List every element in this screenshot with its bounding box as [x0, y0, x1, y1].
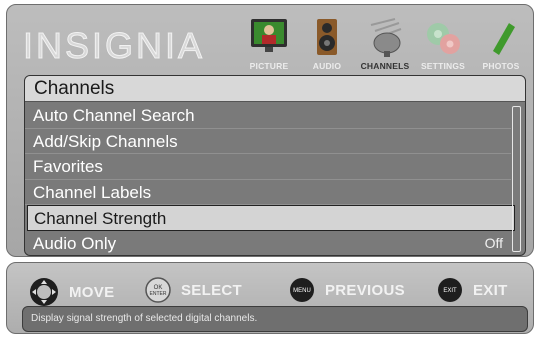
- scrollbar[interactable]: [512, 106, 521, 252]
- panel-title: Channels: [25, 76, 525, 102]
- tab-channels[interactable]: CHANNELS: [356, 13, 414, 75]
- menu-item-label: Add/Skip Channels: [33, 131, 178, 151]
- svg-text:ENTER: ENTER: [150, 291, 167, 297]
- hint-previous-label: PREVIOUS: [325, 281, 405, 299]
- menu-item-add-skip-channels[interactable]: Add/Skip Channels: [25, 129, 511, 154]
- menu-item-audio-only[interactable]: Audio Only Off: [25, 231, 511, 256]
- menu-item-label: Channel Strength: [34, 209, 167, 228]
- tab-audio-label: AUDIO: [312, 61, 342, 71]
- audio-only-value: Off: [484, 234, 503, 251]
- tab-channels-label: CHANNELS: [360, 61, 410, 71]
- hint-move: MOVE: [29, 277, 114, 307]
- help-bar: MOVE OK ENTER SELECT MENU PREVIOUS EXIT …: [6, 262, 534, 334]
- svg-text:MENU: MENU: [293, 288, 311, 294]
- help-description: Display signal strength of selected digi…: [22, 306, 528, 332]
- hint-move-label: MOVE: [69, 283, 115, 301]
- tab-picture[interactable]: PICTURE: [240, 13, 298, 75]
- menu-button-icon: MENU: [290, 278, 314, 302]
- hint-exit: EXIT EXIT: [437, 277, 508, 303]
- hint-select-label: SELECT: [181, 281, 242, 299]
- menu-item-channel-labels[interactable]: Channel Labels: [25, 180, 511, 205]
- channels-panel: Channels Auto Channel Search Add/Skip Ch…: [24, 75, 526, 256]
- svg-text:EXIT: EXIT: [443, 288, 457, 294]
- tab-picture-label: PICTURE: [249, 61, 289, 71]
- menu-item-auto-channel-search[interactable]: Auto Channel Search: [25, 103, 511, 129]
- dpad-icon: [30, 278, 58, 306]
- menu-item-label: Channel Labels: [33, 182, 152, 202]
- tab-settings-label: SETTINGS: [420, 61, 466, 71]
- key-hints: MOVE OK ENTER SELECT MENU PREVIOUS EXIT …: [7, 277, 533, 306]
- tab-photos[interactable]: PHOTOS: [472, 13, 530, 75]
- speaker-icon: [317, 19, 337, 55]
- ok-enter-button-icon: OK ENTER: [145, 277, 171, 303]
- gears-icon: [427, 23, 460, 54]
- menu-item-label: Auto Channel Search: [33, 106, 195, 125]
- main-menu: INSIGNIA PICTURE AUDIO CHANNELS SETTINGS…: [6, 4, 534, 257]
- hint-previous: MENU PREVIOUS: [289, 277, 405, 303]
- menu-item-favorites[interactable]: Favorites: [25, 154, 511, 180]
- menu-item-label: Favorites: [33, 157, 103, 176]
- menu-tabs: PICTURE AUDIO CHANNELS SETTINGS PHOTOS: [240, 13, 530, 75]
- hint-select: OK ENTER SELECT: [145, 277, 242, 303]
- tab-settings[interactable]: SETTINGS: [414, 13, 472, 75]
- insignia-logo: INSIGNIA: [22, 25, 206, 67]
- menu-item-label: Audio Only: [33, 233, 117, 253]
- satellite-dish-icon: [370, 18, 402, 57]
- channels-menu-list: Auto Channel Search Add/Skip Channels Fa…: [25, 103, 515, 256]
- usb-stick-icon: [493, 18, 517, 55]
- hint-exit-label: EXIT: [473, 281, 508, 299]
- tab-photos-label: PHOTOS: [482, 61, 520, 71]
- exit-button-icon: EXIT: [438, 278, 462, 302]
- picture-icon: [251, 19, 287, 52]
- tab-audio[interactable]: AUDIO: [298, 13, 356, 75]
- menu-item-channel-strength[interactable]: Channel Strength: [27, 205, 515, 231]
